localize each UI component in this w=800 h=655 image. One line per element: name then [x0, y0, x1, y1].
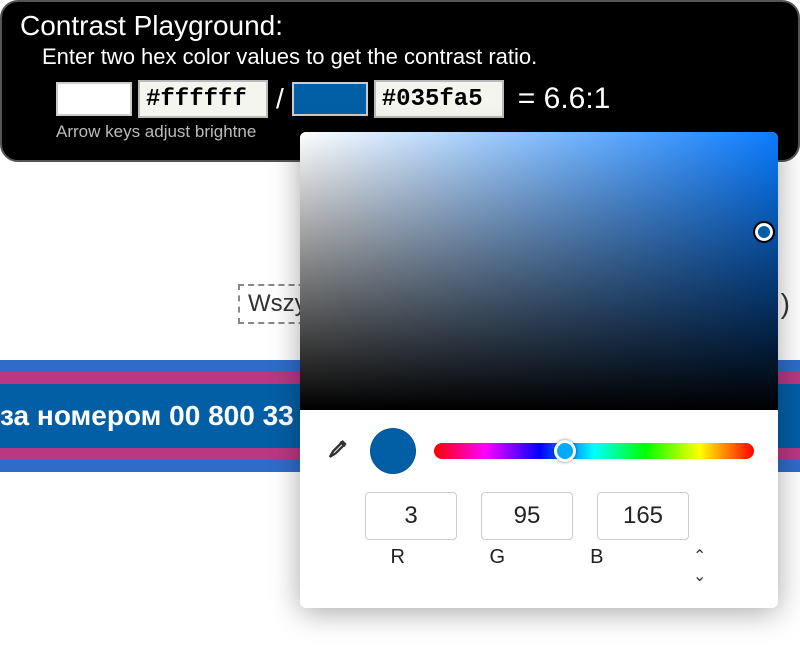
picker-middle-row [300, 410, 778, 482]
playground-inputs: / = 6.6:1 [56, 80, 780, 118]
hue-slider[interactable] [434, 443, 754, 459]
color1-hex-input[interactable] [138, 80, 268, 118]
color2-swatch[interactable] [292, 82, 368, 116]
color2-hex-input[interactable] [374, 80, 504, 118]
rgb-g-input[interactable] [481, 492, 573, 540]
saturation-value-panel[interactable] [300, 132, 778, 410]
hue-slider-thumb[interactable] [554, 440, 576, 462]
rgb-labels: R G B ⌃⌄ [300, 540, 778, 586]
playground-subtitle: Enter two hex color values to get the co… [42, 44, 780, 70]
contrast-ratio-output: = 6.6:1 [518, 82, 611, 116]
label-g: G [460, 546, 536, 586]
rgb-inputs [300, 482, 778, 540]
label-r: R [360, 546, 436, 586]
sv-cursor[interactable] [755, 223, 773, 241]
eyedropper-icon[interactable] [324, 437, 352, 465]
rgb-b-input[interactable] [597, 492, 689, 540]
color-picker-popover[interactable]: R G B ⌃⌄ [300, 132, 778, 608]
label-b: B [559, 546, 635, 586]
current-color-swatch [370, 428, 416, 474]
rgb-r-input[interactable] [365, 492, 457, 540]
color-mode-toggle[interactable]: ⌃⌄ [663, 546, 739, 586]
banner-text: за номером 00 800 33 [0, 400, 294, 431]
stray-paren: ) [781, 288, 790, 320]
color1-swatch[interactable] [56, 82, 132, 116]
separator-slash: / [276, 83, 284, 115]
playground-title: Contrast Playground: [20, 10, 780, 42]
